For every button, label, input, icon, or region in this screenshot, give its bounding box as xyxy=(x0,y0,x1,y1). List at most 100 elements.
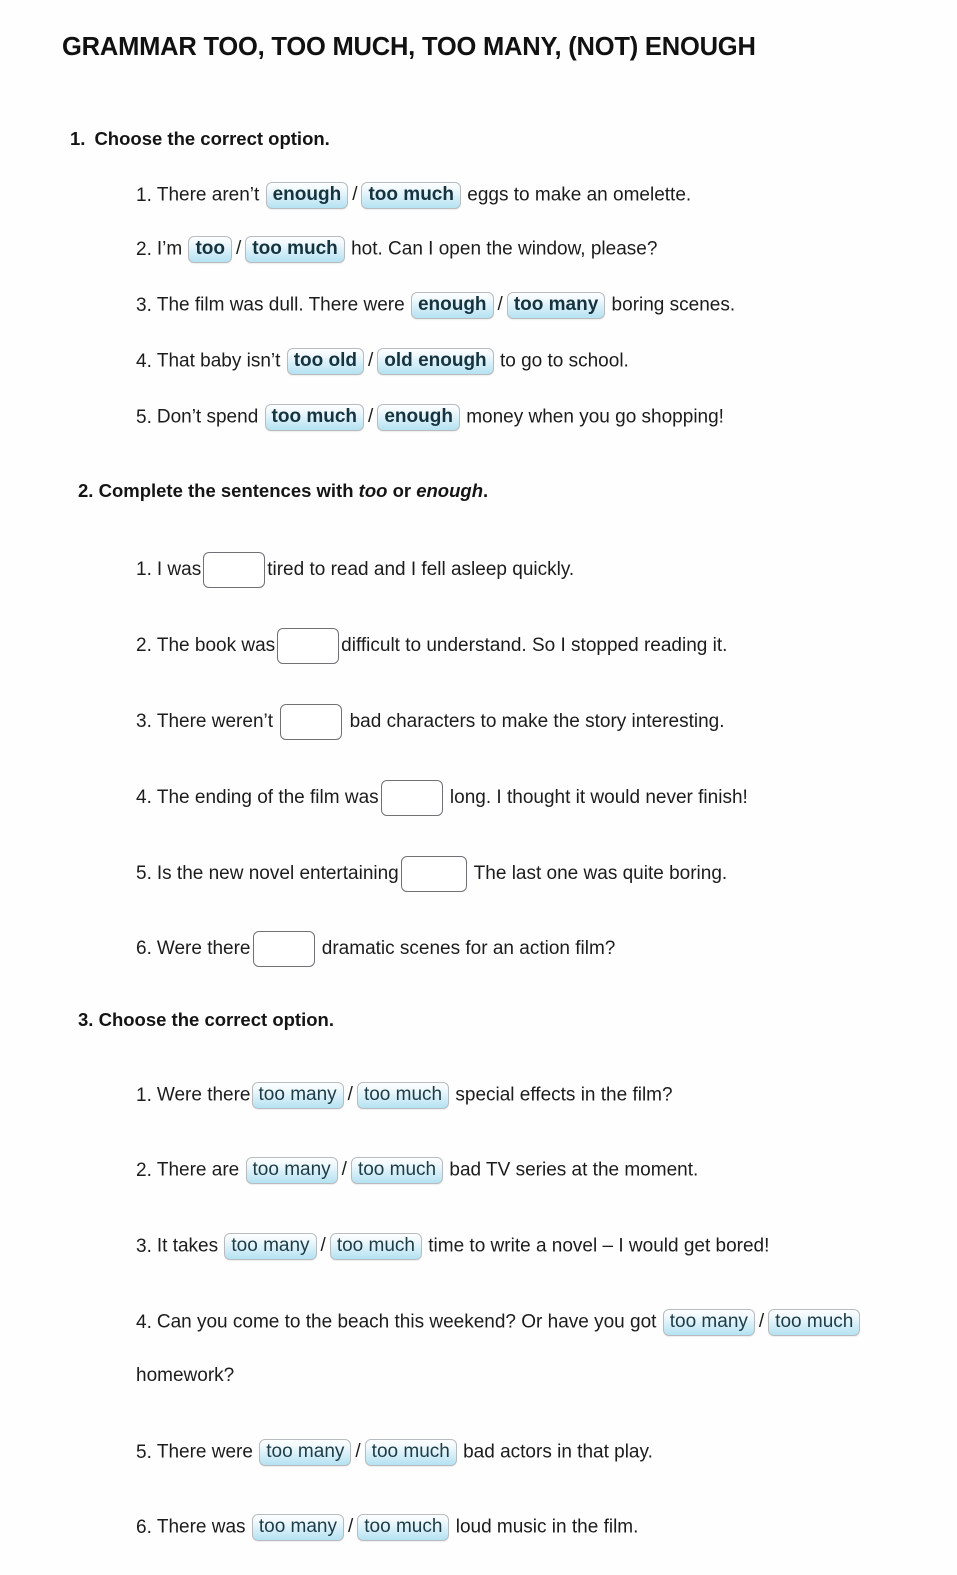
sentence-fragment: The ending of the film was xyxy=(156,787,379,809)
option-choice[interactable]: too much xyxy=(350,1157,444,1184)
option-choice[interactable]: too xyxy=(188,236,233,263)
sentence-fragment: Were there xyxy=(156,1084,251,1106)
sentence-fragment: to go to school. xyxy=(494,350,629,372)
question-text: There aren’t enough / too much eggs to mak… xyxy=(157,182,691,209)
option-separator: / xyxy=(368,350,374,372)
option-choice[interactable]: too much xyxy=(329,1233,422,1260)
section-2-heading-emphasis-1: too xyxy=(358,480,388,501)
sentence-fragment: dramatic scenes for an action film? xyxy=(316,938,616,960)
option-choice[interactable]: too many xyxy=(506,292,606,319)
sentence-fragment: There aren’t xyxy=(156,184,265,206)
question-number: 1. xyxy=(136,559,152,581)
answer-blank-input[interactable] xyxy=(380,780,443,816)
sentence-fragment: There are xyxy=(156,1159,245,1181)
question-number: 1. xyxy=(136,1084,152,1106)
question-number: 5. xyxy=(136,1441,152,1463)
question-number: 5. xyxy=(136,863,152,885)
question-text: I’m too / too much hot. Can I open the win… xyxy=(156,236,657,263)
sentence-fragment: loud music in the film. xyxy=(450,1516,639,1538)
question-item: 5. Is the new novel entertaining The last… xyxy=(136,856,727,892)
question-number: 4. xyxy=(136,350,152,372)
sentence-fragment: The book was xyxy=(156,635,276,657)
section-title-1: Choose the correct option. xyxy=(94,128,330,149)
section-number-3: 3. xyxy=(78,1009,94,1030)
question-item: 5. Don’t spend too much / enough money when… xyxy=(136,404,724,431)
option-choice[interactable]: enough xyxy=(410,292,494,319)
sentence-fragment: There was xyxy=(156,1516,251,1538)
answer-blank-input[interactable] xyxy=(252,931,315,967)
sentence-fragment: money when you go shopping! xyxy=(460,406,724,428)
answer-blank-input[interactable] xyxy=(203,552,266,588)
sentence-fragment: long. I thought it would never finish! xyxy=(444,787,748,809)
question-item: 6. There was too many / too much loud music… xyxy=(136,1514,638,1541)
sentence-fragment: bad actors in that play. xyxy=(457,1441,653,1463)
option-choice[interactable]: too many xyxy=(259,1439,352,1466)
option-choice[interactable]: too old xyxy=(286,348,365,375)
section-number-2: 2. xyxy=(78,480,94,501)
sentence-fragment: Is the new novel entertaining xyxy=(156,863,399,885)
question-number: 4. xyxy=(136,1311,152,1333)
question-number: 6. xyxy=(136,938,152,960)
sentence-fragment: There weren’t xyxy=(156,711,279,733)
option-choice[interactable]: too many xyxy=(251,1082,344,1109)
section-title-2: Complete the sentences with too or enoug… xyxy=(98,480,489,501)
sentence-fragment: I’m xyxy=(156,238,188,260)
option-choice[interactable]: too much xyxy=(245,236,345,263)
option-choice[interactable]: too much xyxy=(361,182,461,209)
sentence-fragment: bad characters to make the story interes… xyxy=(344,711,725,733)
question-text: It takes too many / too much time to write… xyxy=(156,1233,770,1260)
question-number: 5. xyxy=(136,406,152,428)
sentence-fragment: The last one was quite boring. xyxy=(468,863,728,885)
question-text: There was too many / too much loud music i… xyxy=(156,1514,639,1541)
question-text: The ending of the film was long. I thoug… xyxy=(157,780,748,816)
sentence-fragment: I was xyxy=(156,559,202,581)
sentence-fragment: time to write a novel – I would get bore… xyxy=(422,1235,770,1257)
option-choice[interactable]: too much xyxy=(264,404,365,431)
question-number: 6. xyxy=(136,1516,152,1538)
question-text: Were there dramatic scenes for an action… xyxy=(157,931,616,967)
option-choice[interactable]: too many xyxy=(662,1309,755,1336)
option-choice[interactable]: too much xyxy=(768,1309,861,1336)
option-separator: / xyxy=(236,238,242,260)
option-separator: / xyxy=(320,1235,326,1257)
section-title-3: Choose the correct option. xyxy=(98,1009,334,1030)
answer-blank-input[interactable] xyxy=(280,704,343,740)
question-number: 1. xyxy=(136,184,152,206)
question-text: Were there too many / too much special effe… xyxy=(157,1082,673,1109)
worksheet-page: GRAMMAR TOO, TOO MUCH, TOO MANY, (NOT) E… xyxy=(0,0,957,1575)
option-choice[interactable]: too much xyxy=(356,1082,450,1109)
option-separator: / xyxy=(368,406,374,428)
sentence-fragment: It takes xyxy=(156,1235,224,1257)
option-choice[interactable]: too many xyxy=(224,1233,317,1260)
sentence-fragment: tired to read and I fell asleep quickly. xyxy=(267,559,575,581)
option-choice[interactable]: enough xyxy=(377,404,460,431)
page-title: GRAMMAR TOO, TOO MUCH, TOO MANY, (NOT) E… xyxy=(62,33,756,61)
option-choice[interactable]: too much xyxy=(357,1514,450,1541)
answer-blank-input[interactable] xyxy=(277,628,340,664)
section-heading-3: 3. Choose the correct option. xyxy=(78,1009,334,1031)
option-choice[interactable]: old enough xyxy=(377,348,494,375)
question-item: 3. The film was dull. There were enough / t… xyxy=(136,292,735,319)
sentence-fragment: boring scenes. xyxy=(606,294,736,316)
option-separator: / xyxy=(352,184,358,206)
sentence-fragment: There were xyxy=(156,1441,259,1463)
option-choice[interactable]: too many xyxy=(245,1157,338,1184)
question-item: 6. Were there dramatic scenes for an acti… xyxy=(136,931,615,967)
section-number-1: 1. xyxy=(70,128,86,149)
question-item: 4. That baby isn’t too old / old enough to … xyxy=(136,348,629,375)
option-choice[interactable]: enough xyxy=(265,182,349,209)
option-choice[interactable]: too many xyxy=(251,1514,344,1541)
question-item: 3. It takes too many / too much time to wri… xyxy=(136,1233,769,1260)
sentence-fragment: That baby isn’t xyxy=(156,350,286,372)
question-item: 2. There are too many / too much bad TV ser… xyxy=(136,1157,698,1184)
question-item: 5. There were too many / too much bad actor… xyxy=(136,1439,653,1466)
option-separator: / xyxy=(347,1084,353,1106)
option-choice[interactable]: too much xyxy=(364,1439,457,1466)
question-text: Is the new novel entertaining The last o… xyxy=(157,856,727,892)
question-text: There were too many / too much bad actors … xyxy=(157,1439,653,1466)
question-number: 3. xyxy=(136,711,152,733)
question-item: 1. There aren’t enough / too much eggs to m… xyxy=(136,182,691,209)
answer-blank-input[interactable] xyxy=(400,856,467,892)
sentence-fragment: difficult to understand. So I stopped re… xyxy=(341,635,728,657)
question-item: 3. There weren’t bad characters to make t… xyxy=(136,704,725,740)
